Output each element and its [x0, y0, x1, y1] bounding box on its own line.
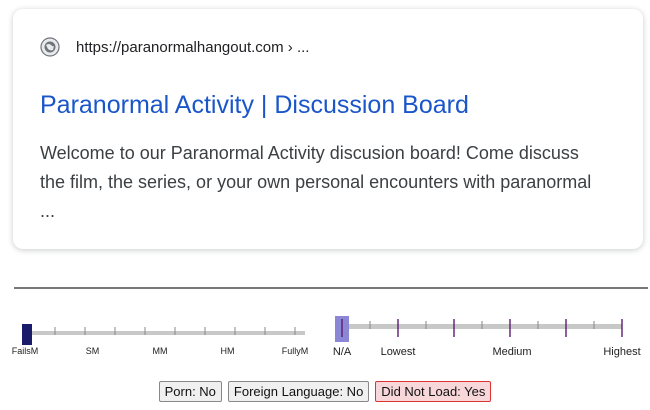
- search-result-card: https://paranormalhangout.com › ... Para…: [13, 9, 643, 249]
- globe-icon: [40, 37, 60, 57]
- tag-foreign-language: Foreign Language: No: [227, 381, 370, 402]
- flag-tags: Porn: No Foreign Language: No Did Not Lo…: [0, 381, 650, 402]
- rating-label: HM: [220, 346, 235, 356]
- rating-scale-bar: [25, 331, 305, 335]
- result-title-link[interactable]: Paranormal Activity | Discussion Board: [40, 91, 469, 120]
- rating-label: SM: [85, 346, 100, 356]
- relevance-label: N/A: [332, 346, 352, 358]
- relevance-scale-track: [335, 316, 623, 342]
- relevance-label: Lowest: [380, 346, 416, 358]
- rating-label: MM: [152, 346, 168, 356]
- rating-scale[interactable]: FailsM SM MM HM FullyM: [10, 316, 320, 361]
- result-url: https://paranormalhangout.com › ...: [76, 38, 310, 56]
- rating-selected-marker[interactable]: [22, 324, 32, 345]
- tag-did-not-load: Did Not Load: Yes: [375, 381, 492, 402]
- result-url-row[interactable]: https://paranormalhangout.com › ...: [40, 37, 309, 57]
- rating-scale-track: [22, 324, 305, 345]
- relevance-scale[interactable]: N/A Lowest Medium Highest: [330, 316, 650, 361]
- rating-label: FullyM: [281, 346, 309, 356]
- tag-porn: Porn: No: [158, 381, 222, 402]
- result-snippet: Welcome to our Paranormal Activity discu…: [40, 143, 592, 221]
- relevance-label: Medium: [492, 346, 532, 358]
- divider: [14, 287, 648, 289]
- rating-label: FailsM: [11, 346, 39, 356]
- relevance-label: Highest: [603, 346, 641, 358]
